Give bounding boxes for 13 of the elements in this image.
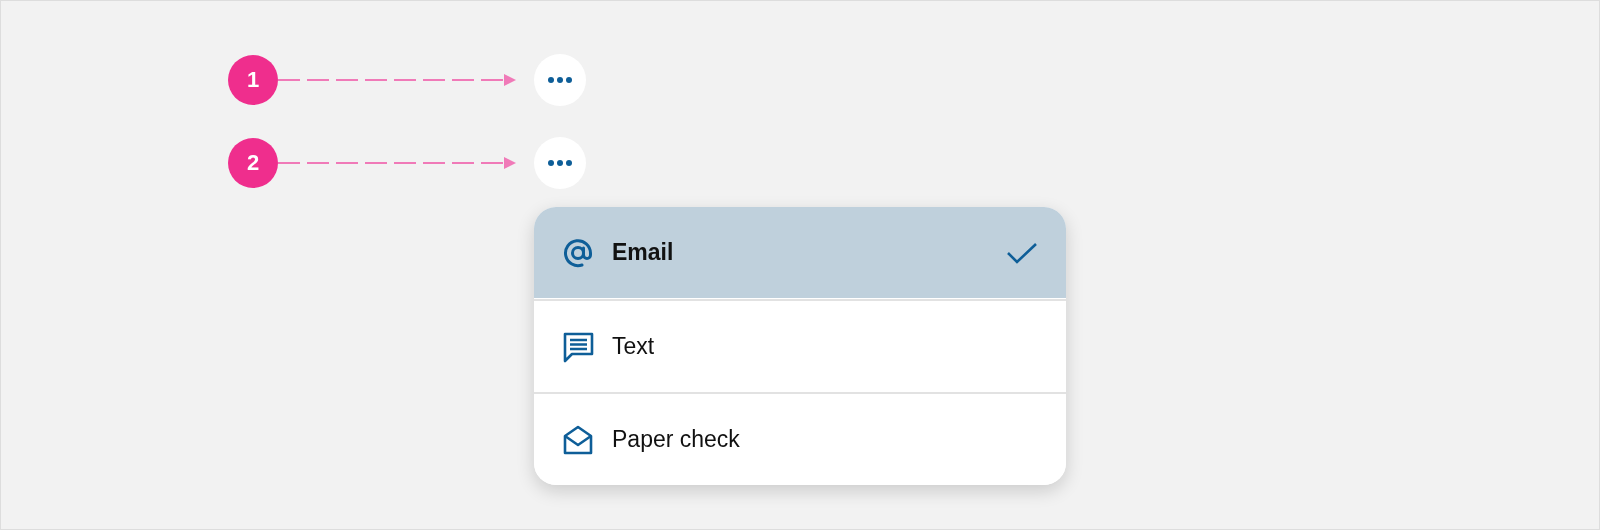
- menu-item[interactable]: Paper check: [534, 392, 1066, 485]
- checkmark-icon: [1006, 240, 1038, 265]
- more-button[interactable]: [534, 137, 586, 189]
- more-icon: [547, 159, 573, 167]
- number-badge: 2: [228, 138, 278, 188]
- chat-bubble-icon: [562, 330, 594, 363]
- menu-item[interactable]: Text: [534, 299, 1066, 392]
- menu-item[interactable]: Email: [534, 207, 1066, 299]
- number-badge: 1: [228, 55, 278, 105]
- more-icon: [547, 76, 573, 84]
- envelope-icon: [562, 423, 594, 456]
- more-button[interactable]: [534, 54, 586, 106]
- at-sign-icon: [562, 236, 594, 269]
